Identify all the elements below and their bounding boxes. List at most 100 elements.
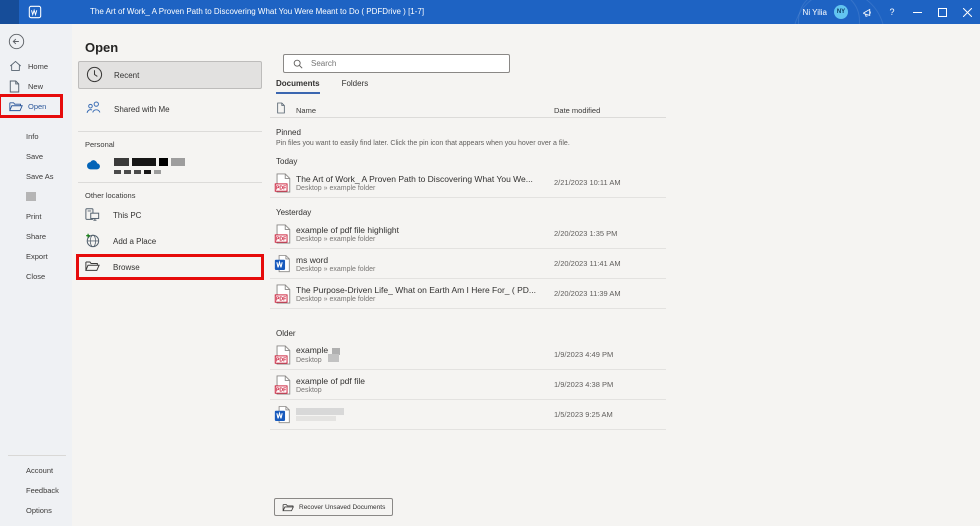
file-date-modified: 2/20/2023 11:41 AM [554,259,664,268]
file-list: Name Date modified Pinned Pin files you … [270,101,666,430]
page-title: Open [85,40,268,55]
file-row[interactable]: PDF example of pdf file highlightDesktop … [270,219,666,249]
file-name: example of pdf file [296,376,554,386]
location-this-pc[interactable]: This PC [78,204,262,226]
sidebar-item-label: Account [26,466,53,475]
sidebar-item-print[interactable]: Print [0,206,72,226]
svg-text:PDF: PDF [276,236,286,242]
close-button[interactable] [955,0,980,24]
file-name: ms word [296,255,554,265]
sidebar-item-redacted[interactable] [0,186,72,206]
sidebar-item-new[interactable]: New [0,76,72,96]
location-label: Browse [113,263,140,272]
sidebar-item-save[interactable]: Save [0,146,72,166]
document-icon [276,101,296,119]
tab-folders[interactable]: Folders [342,79,369,94]
search-input[interactable] [309,58,493,69]
sidebar-item-label: Home [28,62,48,71]
open-source-label: Shared with Me [114,105,170,114]
sidebar-item-info[interactable]: Info [0,126,72,146]
tab-documents[interactable]: Documents [276,79,320,94]
sidebar-item-share[interactable]: Share [0,226,72,246]
sidebar-item-label: Feedback [26,486,59,495]
account-user-name[interactable]: Ni Yilia [803,8,827,17]
column-header-name[interactable]: Name [296,106,554,115]
file-path: Desktop » example folder [296,185,554,192]
file-row-text: The Art of Work_ A Proven Path to Discov… [296,174,554,192]
user-avatar[interactable]: NY [834,5,848,19]
help-button[interactable]: ? [879,7,905,17]
open-source-label: Recent [114,71,139,80]
location-label: Add a Place [113,237,156,246]
recover-folder-icon [282,503,294,512]
file-date-modified: 1/5/2023 9:25 AM [554,410,664,419]
file-row[interactable]: ms wordDesktop » example folder2/20/2023… [270,249,666,279]
coming-soon-megaphone-icon[interactable] [857,0,879,24]
file-row[interactable]: PDFexample of pdf fileDesktop1/9/2023 4:… [270,370,666,400]
open-folder-icon [9,100,24,113]
sidebar-item-home[interactable]: Home [0,56,72,76]
search-box[interactable] [283,54,510,73]
open-source-shared-with-me[interactable]: Shared with Me [78,95,262,123]
sidebar-item-label: Open [28,102,46,111]
word-file-icon [274,405,291,425]
file-date-modified: 1/9/2023 4:49 PM [554,350,664,359]
sidebar-item-account[interactable]: Account [0,460,72,480]
svg-text:PDF: PDF [276,296,286,302]
pc-icon [85,207,102,223]
file-row-text: example of pdf file highlightDesktop » e… [296,225,554,243]
onedrive-account-item[interactable] [78,156,262,174]
pinned-description: Pin files you want to easily find later.… [276,140,666,147]
svg-text:PDF: PDF [276,387,286,393]
add-place-icon [85,233,102,249]
minimize-button[interactable] [905,0,930,24]
pdf-file-icon: PDF [274,173,291,193]
file-row[interactable]: 1/5/2023 9:25 AM [270,400,666,430]
titlebar-accent-strip [0,0,19,24]
file-date-modified: 2/20/2023 1:35 PM [554,229,664,238]
sidebar-item-label: Share [26,232,46,241]
file-name: The Purpose-Driven Life_ What on Earth A… [296,285,554,295]
word-backstage-window: The Art of Work_ A Proven Path to Discov… [0,0,980,526]
location-add-a-place[interactable]: Add a Place [78,230,262,252]
file-row[interactable]: PDF The Purpose-Driven Life_ What on Eart… [270,279,666,309]
file-date-modified: 2/20/2023 11:39 AM [554,289,664,298]
file-row-text: ms wordDesktop » example folder [296,255,554,273]
redacted-block [328,354,339,362]
file-path: Desktop » example folder [296,266,554,273]
word-app-icon[interactable] [28,5,42,19]
maximize-button[interactable] [930,0,955,24]
svg-text:PDF: PDF [276,357,286,363]
file-row[interactable]: PDF exampleDesktop1/9/2023 4:49 PM [270,340,666,370]
file-name [296,408,554,415]
file-row-text [296,408,554,421]
location-browse[interactable]: Browse [78,256,262,278]
column-header-date-modified[interactable]: Date modified [554,106,664,115]
sidebar-item-feedback[interactable]: Feedback [0,480,72,500]
sidebar-item-open[interactable]: Open [0,96,61,116]
file-path [296,416,554,421]
file-row[interactable]: PDF The Art of Work_ A Proven Path to Dis… [270,168,666,198]
file-date-modified: 2/21/2023 10:11 AM [554,178,664,187]
sidebar-item-save-as[interactable]: Save As [0,166,72,186]
sidebar-bottom-group: Account Feedback Options [0,455,72,520]
file-row-text: exampleDesktop [296,345,554,364]
sidebar-item-options[interactable]: Options [0,500,72,520]
open-source-recent[interactable]: Recent [78,61,262,89]
file-name: example of pdf file highlight [296,225,554,235]
list-header-row[interactable]: Name Date modified [270,101,666,118]
sidebar-item-label: New [28,82,43,91]
sidebar-item-close[interactable]: Close [0,266,72,286]
file-row-text: The Purpose-Driven Life_ What on Earth A… [296,285,554,303]
word-file-icon [274,254,291,274]
file-path: Desktop [296,356,554,364]
onedrive-cloud-icon [85,158,105,172]
browse-folder-icon [85,259,102,275]
file-path: Desktop [296,387,554,394]
back-button[interactable] [8,33,25,50]
sidebar-item-export[interactable]: Export [0,246,72,266]
personal-section-label: Personal [85,140,268,149]
sidebar-divider [8,455,66,456]
recover-unsaved-documents-button[interactable]: Recover Unsaved Documents [274,498,393,516]
titlebar-right-controls: Ni Yilia NY ? [803,0,980,24]
